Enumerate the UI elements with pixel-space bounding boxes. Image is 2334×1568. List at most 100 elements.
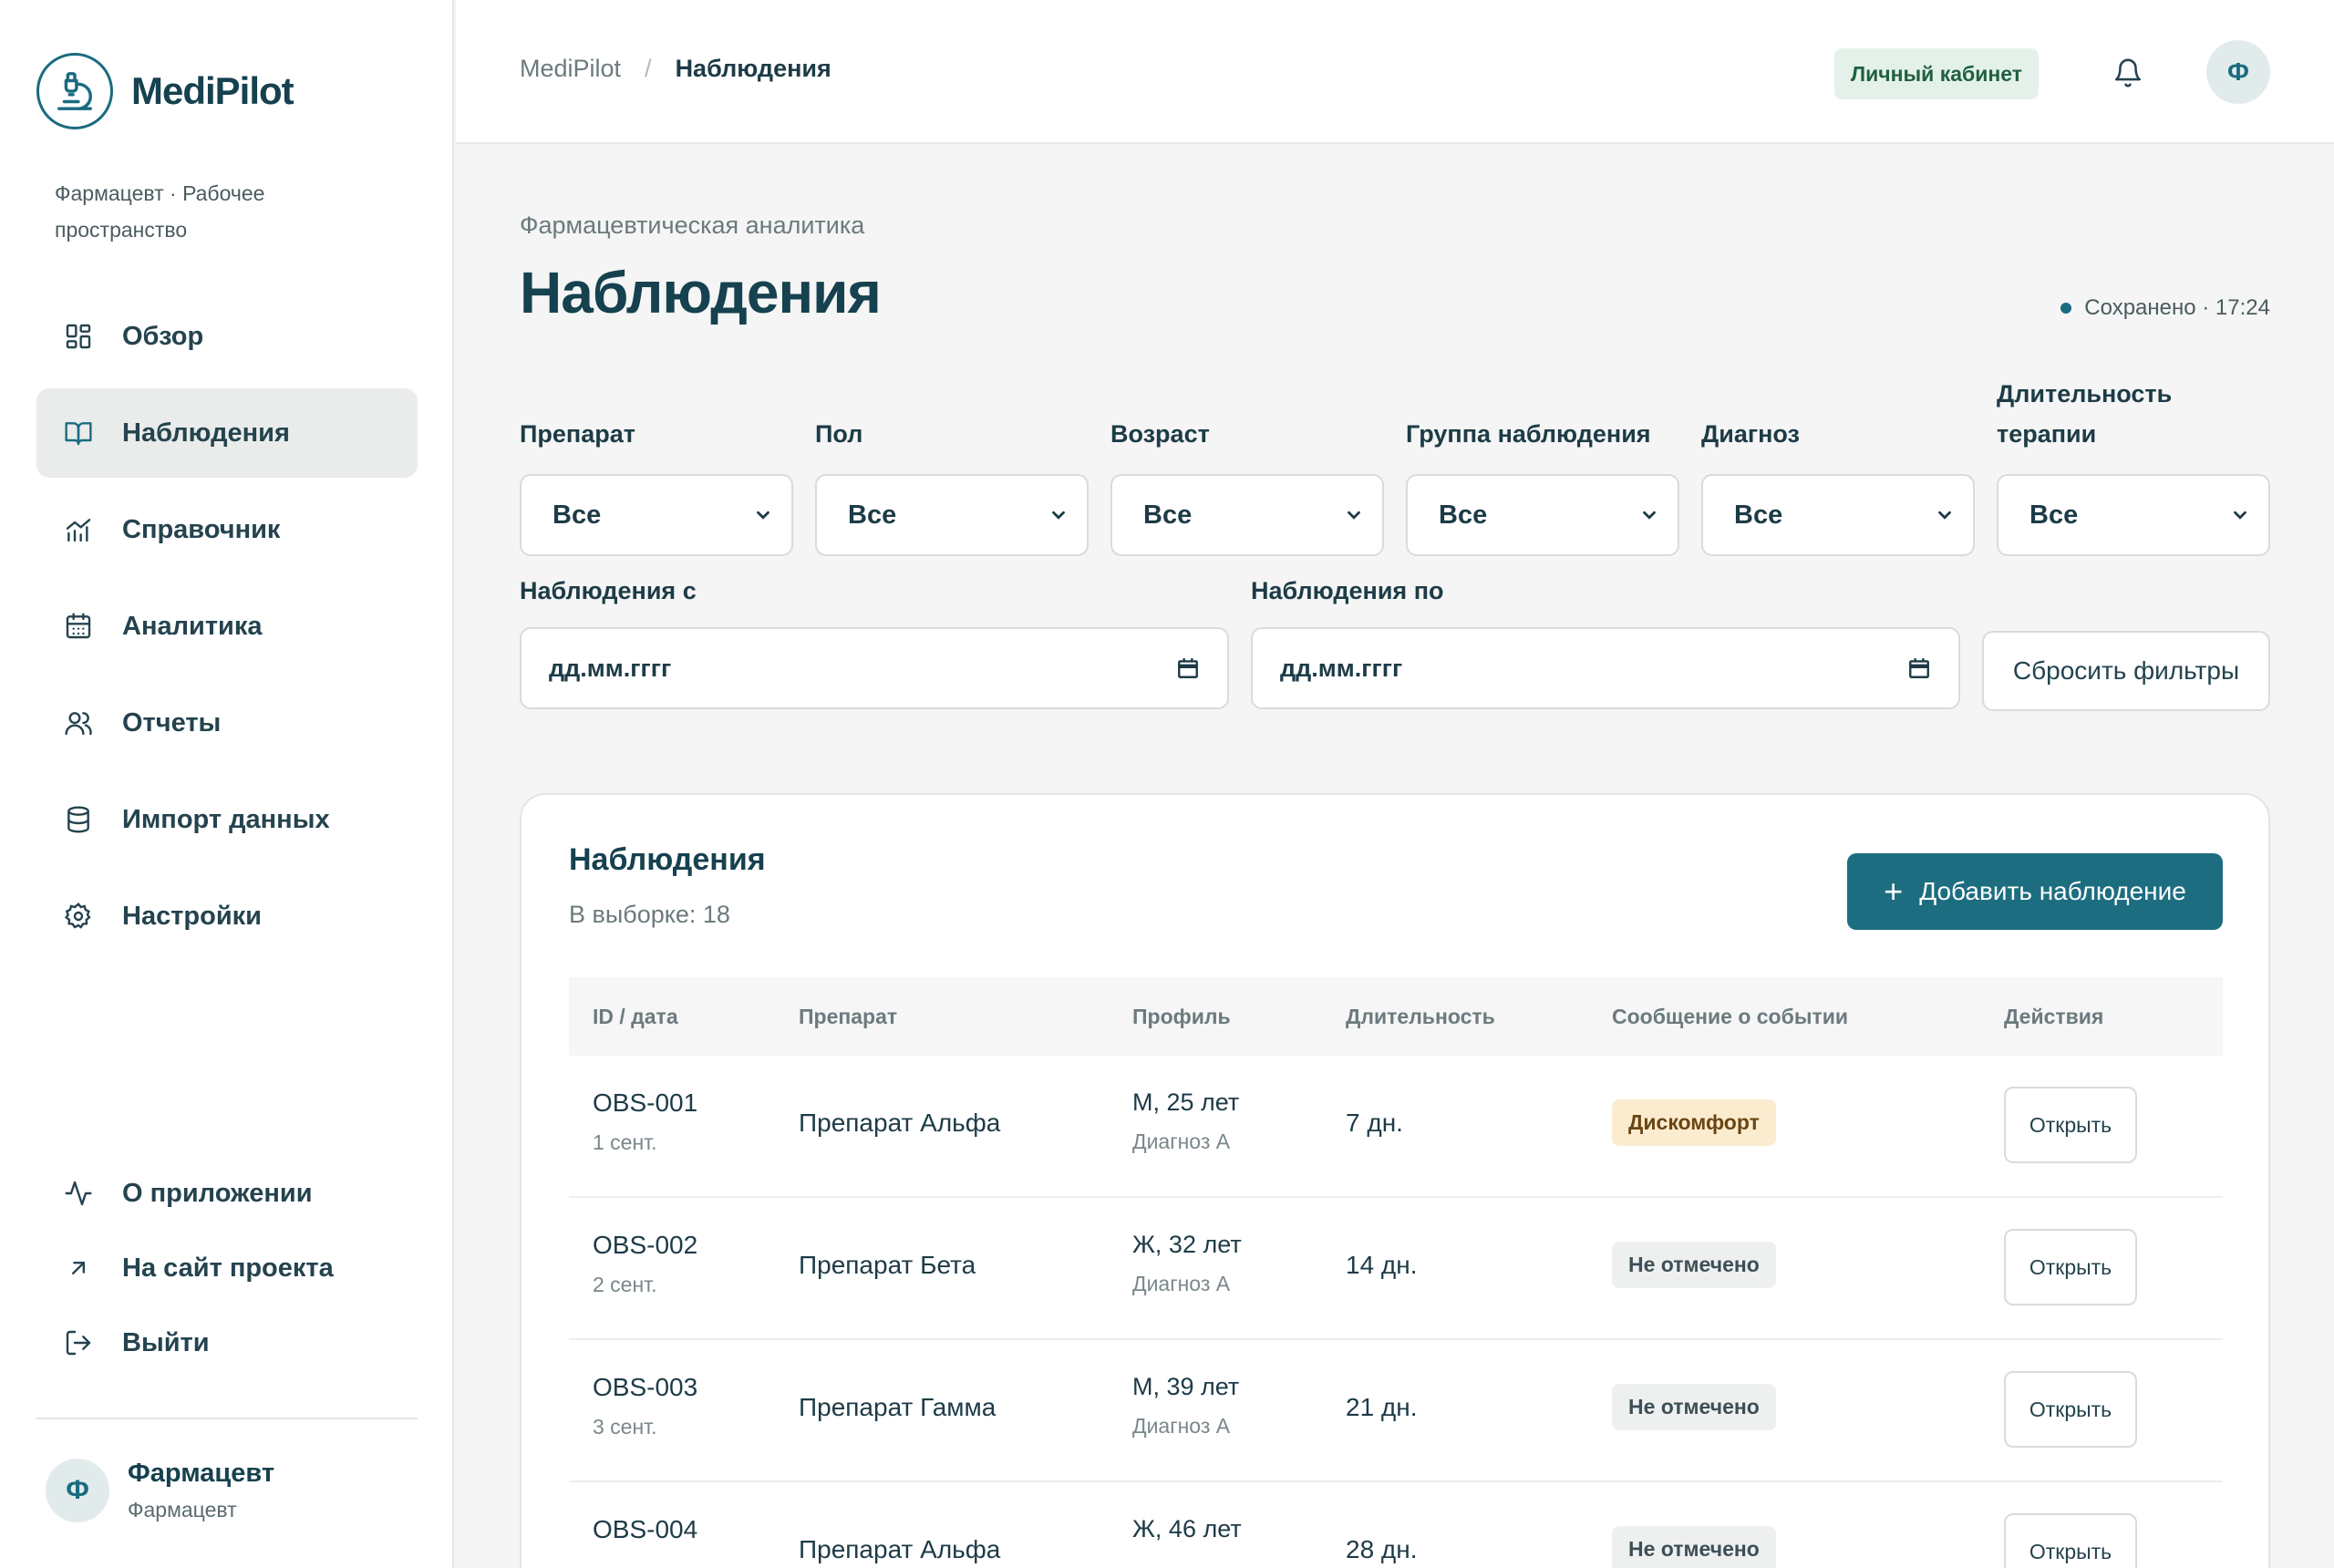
- main-nav: Обзор Наблюдения Справочник Аналитика От…: [36, 292, 418, 968]
- personal-cabinet-button[interactable]: Личный кабинет: [1834, 48, 2039, 99]
- breadcrumb-separator: /: [645, 55, 652, 82]
- row-drug: Препарат Бета: [799, 1251, 976, 1279]
- filter-label: Пол: [815, 420, 863, 448]
- breadcrumb: MediPilot / Наблюдения: [520, 55, 831, 83]
- row-profile-cell: М, 25 лет Диагноз А: [1132, 1088, 1239, 1154]
- calendar-icon: [62, 610, 95, 643]
- reset-filters-button[interactable]: Сбросить фильтры: [1982, 631, 2270, 711]
- sex-select[interactable]: Все: [815, 474, 1089, 556]
- filter-label: Препарат: [520, 420, 635, 448]
- table-row: OBS-003 3 сент. Препарат Гамма М, 39 лет…: [569, 1340, 2223, 1482]
- bell-icon[interactable]: [2108, 53, 2148, 93]
- select-value: Все: [553, 500, 602, 530]
- row-profile: Ж, 46 лет: [1132, 1515, 1242, 1542]
- nav-item-label: Справочник: [122, 514, 281, 544]
- table-row: OBS-004 Препарат Альфа Ж, 46 лет 28 дн. …: [569, 1482, 2223, 1568]
- row-diagnosis: Диагноз А: [1132, 1414, 1231, 1438]
- microscope-icon: [36, 53, 113, 129]
- filter-age: Возраст Все: [1110, 414, 1384, 556]
- nav-item-label: Аналитика: [122, 611, 263, 641]
- row-profile: Ж, 32 лет: [1132, 1231, 1242, 1258]
- nav-item-label: Импорт данных: [122, 804, 330, 834]
- logout-icon: [62, 1326, 95, 1359]
- row-profile-cell: Ж, 32 лет Диагноз А: [1132, 1231, 1242, 1296]
- select-value: Все: [1143, 500, 1193, 530]
- column-header-duration: Длительность: [1346, 1004, 1495, 1028]
- database-icon: [62, 803, 95, 836]
- table-row: OBS-002 2 сент. Препарат Бета Ж, 32 лет …: [569, 1198, 2223, 1340]
- filter-label: Длительность терапии: [1997, 380, 2173, 448]
- filter-diagnosis: Диагноз Все: [1701, 414, 1975, 556]
- open-button[interactable]: Открыть: [2004, 1513, 2137, 1568]
- diagnosis-select[interactable]: Все: [1701, 474, 1975, 556]
- nav-item-label: На сайт проекта: [122, 1253, 334, 1283]
- nav-item-project-site[interactable]: На сайт проекта: [36, 1234, 418, 1302]
- filter-date-to: Наблюдения по дд.мм.гггг: [1251, 571, 1960, 709]
- group-select[interactable]: Все: [1406, 474, 1679, 556]
- calendar-icon[interactable]: [1907, 656, 1931, 680]
- card-title: Наблюдения: [569, 842, 766, 877]
- event-badge: Не отмечено: [1612, 1242, 1776, 1288]
- date-placeholder: дд.мм.гггг: [1280, 654, 1403, 682]
- chevron-down-icon: [2234, 511, 2246, 520]
- nav-item-reports[interactable]: Отчеты: [36, 678, 418, 768]
- row-diagnosis: Диагноз А: [1132, 1130, 1231, 1153]
- row-profile: М, 25 лет: [1132, 1088, 1240, 1116]
- select-value: Все: [2029, 500, 2079, 530]
- add-observation-button[interactable]: + Добавить наблюдение: [1847, 853, 2223, 930]
- nav-item-observations[interactable]: Наблюдения: [36, 388, 418, 478]
- row-duration: 21 дн.: [1346, 1393, 1418, 1421]
- save-status-text: Сохранено · 17:24: [2084, 295, 2270, 320]
- nav-item-import[interactable]: Импорт данных: [36, 775, 418, 864]
- column-header-profile: Профиль: [1132, 1004, 1231, 1028]
- breadcrumb-home[interactable]: MediPilot: [520, 55, 621, 83]
- nav-item-overview[interactable]: Обзор: [36, 292, 418, 381]
- calendar-icon[interactable]: [1176, 656, 1200, 680]
- brand-logo[interactable]: MediPilot: [36, 53, 294, 129]
- select-value: Все: [1734, 500, 1783, 530]
- nav-item-reference[interactable]: Справочник: [36, 485, 418, 574]
- arrow-up-right-icon: [62, 1252, 95, 1284]
- duration-select[interactable]: Все: [1997, 474, 2270, 556]
- date-placeholder: дд.мм.гггг: [549, 654, 672, 682]
- drug-select[interactable]: Все: [520, 474, 793, 556]
- age-select[interactable]: Все: [1110, 474, 1384, 556]
- row-duration: 7 дн.: [1346, 1109, 1403, 1137]
- open-button[interactable]: Открыть: [2004, 1087, 2137, 1163]
- row-event-cell: Не отмечено: [1612, 1526, 1776, 1568]
- row-actions-cell: Открыть: [2004, 1513, 2137, 1568]
- header-avatar[interactable]: Ф: [2206, 40, 2270, 104]
- column-header-drug: Препарат: [799, 1004, 898, 1028]
- row-id-cell: OBS-002 2 сент.: [593, 1231, 697, 1297]
- row-drug: Препарат Альфа: [799, 1535, 1001, 1563]
- open-button[interactable]: Открыть: [2004, 1371, 2137, 1448]
- chevron-down-icon: [1643, 511, 1656, 520]
- chart-icon: [62, 513, 95, 546]
- nav-item-analytics[interactable]: Аналитика: [36, 582, 418, 671]
- row-id: OBS-002: [593, 1231, 698, 1259]
- workspace-label: Фармацевт · Рабочее пространство: [55, 181, 265, 242]
- row-profile-cell: М, 39 лет Диагноз А: [1132, 1373, 1239, 1439]
- user-name: Фармацевт: [128, 1459, 275, 1488]
- column-header-id: ID / дата: [593, 1004, 678, 1028]
- row-id: OBS-004: [593, 1515, 698, 1543]
- save-status: Сохранено · 17:24: [2060, 295, 2270, 321]
- row-event-cell: Дискомфорт: [1612, 1099, 1776, 1146]
- date-to-input[interactable]: дд.мм.гггг: [1251, 627, 1960, 709]
- row-date: 3 сент.: [593, 1415, 657, 1439]
- date-from-input[interactable]: дд.мм.гггг: [520, 627, 1229, 709]
- nav-item-label: Наблюдения: [122, 418, 290, 448]
- row-profile-cell: Ж, 46 лет: [1132, 1515, 1242, 1543]
- secondary-nav: О приложении На сайт проекта Выйти: [36, 1160, 418, 1384]
- nav-item-logout[interactable]: Выйти: [36, 1309, 418, 1377]
- add-observation-label: Добавить наблюдение: [1919, 877, 2186, 905]
- row-date: 2 сент.: [593, 1273, 657, 1296]
- gear-icon: [62, 900, 95, 933]
- brand-name: MediPilot: [131, 69, 294, 112]
- user-profile[interactable]: Ф Фармацевт Фармацевт: [46, 1459, 274, 1522]
- nav-item-about[interactable]: О приложении: [36, 1160, 418, 1227]
- status-dot: [2060, 303, 2072, 314]
- nav-item-settings[interactable]: Настройки: [36, 872, 418, 961]
- open-button[interactable]: Открыть: [2004, 1229, 2137, 1305]
- row-event-cell: Не отмечено: [1612, 1242, 1776, 1288]
